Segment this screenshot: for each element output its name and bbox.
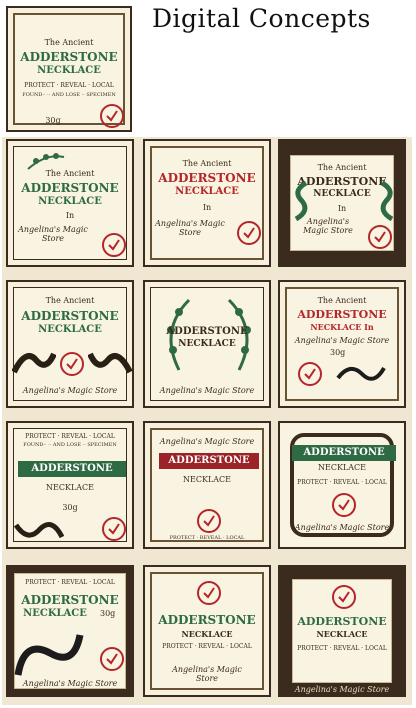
label-maker: Angelina's Magic Store [18, 225, 88, 243]
label-sub: NECKLACE [46, 483, 94, 492]
laurel-icon [27, 153, 65, 170]
snake-icon [336, 366, 386, 381]
label-top: The Ancient [317, 296, 367, 305]
label-sub: NECKLACE [23, 608, 87, 619]
seal-icon [102, 233, 126, 257]
label-card: PROTECT · REVEAL · LOCAL FOUND·· ·· AND … [6, 421, 134, 549]
label-sub: NECKLACE [316, 629, 368, 639]
label-name-banner: ADDERSTONE [292, 445, 396, 461]
label-sub: NECKLACE [38, 196, 102, 207]
seal-icon [60, 352, 84, 376]
label-top: Angelina's Magic Store [159, 437, 255, 446]
label-top: The Ancient [45, 296, 95, 305]
label-name-banner: ADDERSTONE [18, 461, 126, 477]
label-sub: NECKLACE [318, 463, 366, 472]
label-name: ADDERSTONE [21, 593, 119, 607]
seal-icon [100, 647, 124, 671]
snake-icon [88, 352, 132, 374]
label-maker: Angelina's Magic Store [172, 665, 242, 683]
label-name: ADDERSTONE [21, 181, 119, 195]
label-name: ADDERSTONE [158, 171, 256, 185]
label-card: The Ancient ADDERSTONE NECKLACE In Angel… [278, 280, 406, 408]
sample-line2: ADDERSTONE [20, 50, 118, 64]
label-bottom: PROTECT · REVEAL · LOCAL [169, 535, 245, 541]
seal-icon [237, 221, 261, 245]
label-top2: FOUND·· ·· AND LOSE ·· SPECIMEN [23, 442, 117, 448]
label-sheet: The Ancient ADDERSTONE NECKLACE In Angel… [2, 137, 412, 705]
label-maker: Angelina's Magic Store [155, 219, 225, 237]
label-maker: Angelina's Magic Store [294, 336, 390, 345]
label-name-banner: ADDERSTONE [159, 453, 259, 469]
label-weight: 30g [330, 348, 346, 357]
label-maker: Angelina's Magic Store [159, 386, 255, 395]
label-sub: NECKLACE [181, 629, 233, 639]
label-top: The Ancient [182, 159, 232, 168]
label-card: Angelina's Magic Store ADDERSTONE NECKLA… [143, 421, 271, 549]
label-top: PROTECT · REVEAL · LOCAL [25, 433, 115, 440]
label-maker: Angelina's Magic Store [22, 386, 118, 395]
sample-line5: FOUND·· ·· AND LOSE ·· SPECIMEN [22, 92, 116, 98]
label-card: ADDERSTONE NECKLACE Angelina's Magic Sto… [143, 280, 271, 408]
sample-line1: The Ancient [44, 38, 94, 47]
label-card: The Ancient ADDERSTONE NECKLACE In Angel… [278, 139, 406, 267]
label-card: PROTECT · REVEAL · LOCAL ADDERSTONE NECK… [6, 565, 134, 697]
snake-icon [12, 352, 56, 374]
label-in: In [65, 211, 75, 220]
label-maker: Angelina's Magic Store [294, 523, 390, 532]
label-name: ADDERSTONE [297, 615, 387, 628]
label-sub: NECKLACE [38, 324, 102, 335]
label-top: The Ancient [317, 163, 367, 172]
label-card: ADDERSTONE NECKLACE PROTECT · REVEAL · L… [278, 421, 406, 549]
label-name: ADDERSTONE [297, 308, 387, 321]
sample-label: The Ancient ADDERSTONE NECKLACE PROTECT … [6, 6, 132, 132]
label-card: The Ancient ADDERSTONE NECKLACE Angelina… [6, 280, 134, 408]
seal-icon [102, 517, 126, 541]
page-heading: Digital Concepts [152, 4, 371, 33]
label-card: The Ancient ADDERSTONE NECKLACE In Angel… [143, 139, 271, 267]
label-name: ADDERSTONE [21, 309, 119, 323]
label-weight: 30g [100, 609, 116, 618]
sample-weight: 30g [45, 116, 61, 125]
label-sub: NECKLACE [178, 339, 236, 349]
label-card: The Ancient ADDERSTONE NECKLACE In Angel… [6, 139, 134, 267]
label-name: ADDERSTONE [158, 613, 256, 627]
label-in: In [202, 203, 212, 212]
seal-icon [197, 509, 221, 533]
label-weight: 30g [62, 503, 78, 512]
seal-icon [100, 104, 124, 128]
label-bottom: PROTECT · REVEAL · LOCAL [297, 479, 387, 486]
snake-icon [380, 181, 394, 221]
label-sub: NECKLACE [175, 186, 239, 197]
sample-line3: NECKLACE [37, 65, 101, 76]
label-bottom: PROTECT · REVEAL · LOCAL [162, 643, 252, 650]
label-card: ADDERSTONE NECKLACE PROTECT · REVEAL · L… [278, 565, 406, 697]
label-sub: NECKLACE [183, 475, 231, 484]
label-sub: NECKLACE In [310, 322, 374, 332]
seal-icon [332, 585, 356, 609]
label-maker: Angelina's Magic Store [294, 685, 390, 694]
seal-icon [197, 581, 221, 605]
label-maker: Angelina's Magic Store [22, 679, 118, 688]
label-card: ADDERSTONE NECKLACE PROTECT · REVEAL · L… [143, 565, 271, 697]
label-name: ADDERSTONE [166, 326, 248, 337]
seal-icon [332, 493, 356, 517]
snake-icon [14, 522, 64, 539]
snake-icon [294, 181, 308, 221]
sample-line4: PROTECT · REVEAL · LOCAL [24, 82, 114, 89]
label-bottom: PROTECT · REVEAL · LOCAL [297, 645, 387, 652]
snake-icon [14, 634, 84, 676]
label-top: PROTECT · REVEAL · LOCAL [25, 579, 115, 586]
seal-icon [298, 362, 322, 386]
seal-icon [368, 225, 392, 249]
label-top: The Ancient [45, 169, 95, 178]
